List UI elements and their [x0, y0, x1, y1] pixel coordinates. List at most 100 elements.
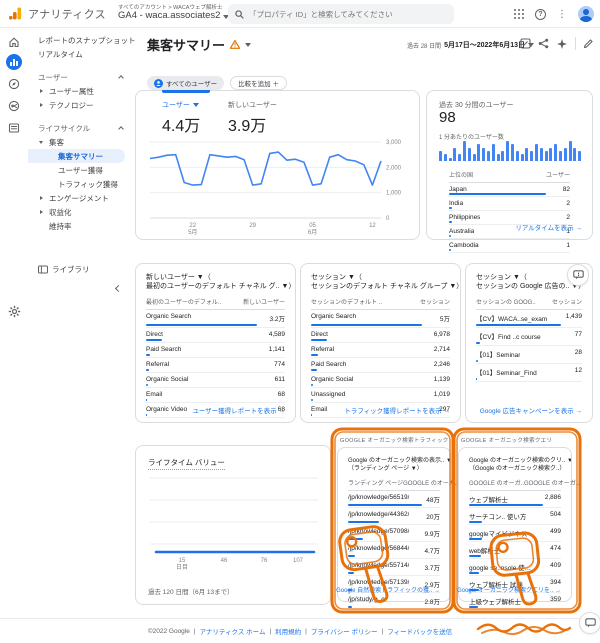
metric-value: 5万	[440, 313, 450, 323]
report-nav: レポートのスナップショット リアルタイム ユーザー ユーザー属性 テクノロジー …	[28, 28, 133, 618]
minute-bar	[578, 151, 581, 161]
advertising-icon[interactable]	[6, 98, 22, 114]
audience-chip[interactable]: すべてのユーザー	[147, 76, 224, 90]
home-icon[interactable]	[6, 34, 22, 50]
search-icon	[235, 10, 244, 19]
sidebar-item-retention[interactable]: 維持率	[28, 219, 133, 233]
chevron-down-icon[interactable]	[245, 43, 251, 47]
metric-new-users[interactable]: 新しいユーザー 3.9万	[228, 100, 277, 136]
share-icon[interactable]	[538, 38, 549, 49]
dimension-bar	[146, 354, 150, 356]
sidebar-item-library[interactable]: ライブラリ	[28, 262, 133, 276]
more-vertical-icon[interactable]: ⋮	[557, 9, 567, 20]
sidebar-section-lifecycle[interactable]: ライフサイクル	[28, 121, 133, 135]
table-row: 上級ウェブ解析士359	[469, 593, 561, 610]
dimension-label: /jp/knowledge/44362/	[348, 511, 409, 521]
configure-icon[interactable]	[6, 120, 22, 136]
sidebar-item-tech[interactable]: テクノロジー	[28, 98, 133, 112]
apps-grid-icon[interactable]	[514, 9, 524, 19]
user-avatar[interactable]	[578, 6, 594, 22]
admin-gear-icon[interactable]	[6, 303, 22, 319]
minute-bar	[468, 148, 471, 161]
dimension-label: 【01】Seminar	[476, 349, 520, 359]
view-organic-queries-link[interactable]: Google オーガニック検索クエリを.. →	[457, 585, 561, 594]
sidebar-item-engagement[interactable]: エンゲージメント	[28, 191, 133, 205]
dimension-label: サーチコン.. 使い方	[469, 511, 526, 521]
card-title[interactable]: Google のオーガニック検索の表示.. ▼	[348, 457, 440, 465]
dimension-label: Cambodia	[449, 242, 479, 249]
divider: |	[269, 628, 271, 635]
svg-text:05: 05	[309, 223, 316, 229]
sidebar-item-monetization[interactable]: 収益化	[28, 205, 133, 219]
view-organic-traffic-link[interactable]: Google 自然検索トラフィックの獲.. →	[336, 585, 440, 594]
dimension-label: Japan	[449, 186, 467, 193]
table-row: Referral2,714	[311, 343, 450, 358]
search-input[interactable]	[249, 10, 447, 19]
minute-bar	[554, 144, 557, 161]
search-bar[interactable]	[228, 4, 454, 24]
date-range-picker[interactable]: 過去 28 日間 5月17日～2022年6月13日	[407, 40, 534, 50]
collapse-nav-icon[interactable]	[115, 285, 122, 292]
metric-users[interactable]: ユーザー 4.4万	[162, 100, 200, 136]
dimension-bar	[311, 354, 318, 356]
feedback-bubble-button[interactable]	[579, 612, 600, 634]
sidebar-item-acquisition[interactable]: 集客	[28, 135, 133, 149]
property-name: GA4 - waca.associates2	[118, 11, 220, 22]
sidebar-item-user-attributes[interactable]: ユーザー属性	[28, 84, 133, 98]
help-icon[interactable]: ?	[535, 9, 546, 20]
insights-icon[interactable]	[556, 38, 568, 50]
users-line-chart: 01,0002,0003,000225月29056月12	[148, 136, 409, 236]
minute-bar	[530, 151, 533, 161]
table-row: /jp/study/g..c/2.8万	[348, 593, 440, 610]
add-comparison-chip[interactable]: 比較を追加 ＋	[230, 76, 287, 90]
sidebar-item-snapshot[interactable]: レポートのスナップショット	[28, 33, 133, 47]
sessions-table: セッションのデフォルト ..セッション Organic Search5万Dire…	[301, 292, 460, 418]
view-realtime-link[interactable]: リアルタイムを表示 →	[515, 222, 582, 232]
copyright-text: ©2022 Google	[148, 628, 190, 635]
view-google-ads-link[interactable]: Google 広告キャンペーンを表示 →	[480, 405, 582, 415]
sidebar-section-user[interactable]: ユーザー	[28, 70, 133, 84]
page-footer: ©2022 Google|アナリティクス ホーム|利用規約|プライバシー ポリシ…	[0, 618, 600, 643]
customize-report-icon[interactable]	[583, 38, 594, 49]
footer-link[interactable]: プライバシー ポリシー	[311, 626, 378, 636]
nav-rail	[0, 28, 28, 618]
card-title[interactable]: 新しいユーザー ▼（	[146, 273, 285, 282]
edit-comparison-icon[interactable]	[520, 38, 531, 49]
view-user-acquisition-link[interactable]: ユーザー獲得レポートを表示 →	[192, 405, 285, 415]
feedback-bubble-button[interactable]	[567, 264, 589, 286]
sidebar-item-traffic-acquisition[interactable]: トラフィック獲得	[28, 177, 133, 191]
view-traffic-acquisition-link[interactable]: トラフィック獲得レポートを表示 →	[344, 405, 450, 415]
reports-icon[interactable]	[6, 54, 22, 70]
sidebar-item-realtime[interactable]: リアルタイム	[28, 47, 133, 61]
footer-link[interactable]: アナリティクス ホーム	[200, 626, 266, 636]
dimension-label: /jp/knowledge/56519/	[348, 494, 409, 504]
metric-value: 359	[550, 596, 561, 606]
minute-bar	[564, 148, 567, 161]
dimension-bar	[348, 572, 354, 574]
dimension-bar	[311, 414, 312, 416]
dimension-label: Organic Social	[146, 376, 188, 383]
sidebar-item-user-acquisition[interactable]: ユーザー獲得	[28, 163, 133, 177]
dimension-label: Unassigned	[311, 391, 345, 398]
svg-text:22: 22	[189, 223, 196, 229]
dimension-label: Direct	[311, 331, 328, 338]
dimension-bar	[476, 324, 561, 326]
dimension-bar	[469, 521, 482, 523]
card-title[interactable]: セッション ▼（	[311, 273, 450, 282]
account-switcher[interactable]: すべてのアカウント > WACAウェブ解析士 GA4 - waca.associ…	[118, 5, 229, 22]
table-row: /jp/knowledge/56844/4.7万	[348, 542, 440, 559]
metric-value: 48万	[426, 494, 440, 504]
footer-link[interactable]: フィードバックを送信	[387, 626, 452, 636]
table-row: 【01】Seminar_Find12	[476, 364, 582, 382]
card-title[interactable]: Google のオーガニック検索のクリ.. ▼	[469, 457, 561, 465]
svg-text:76: 76	[261, 558, 268, 564]
table-row: Referral774	[146, 358, 285, 373]
svg-text:3,000: 3,000	[386, 140, 402, 146]
sidebar-item-acquisition-summary[interactable]: 集客サマリー	[28, 149, 125, 163]
new-users-table: 最初のユーザーのデフォル..新しいユーザー Organic Search3.2万…	[136, 292, 295, 418]
selected-metric-indicator	[162, 90, 210, 93]
footer-link[interactable]: 利用規約	[275, 626, 301, 636]
triangle-right-icon	[40, 89, 43, 93]
svg-text:107: 107	[293, 558, 304, 564]
explore-icon[interactable]	[6, 76, 22, 92]
